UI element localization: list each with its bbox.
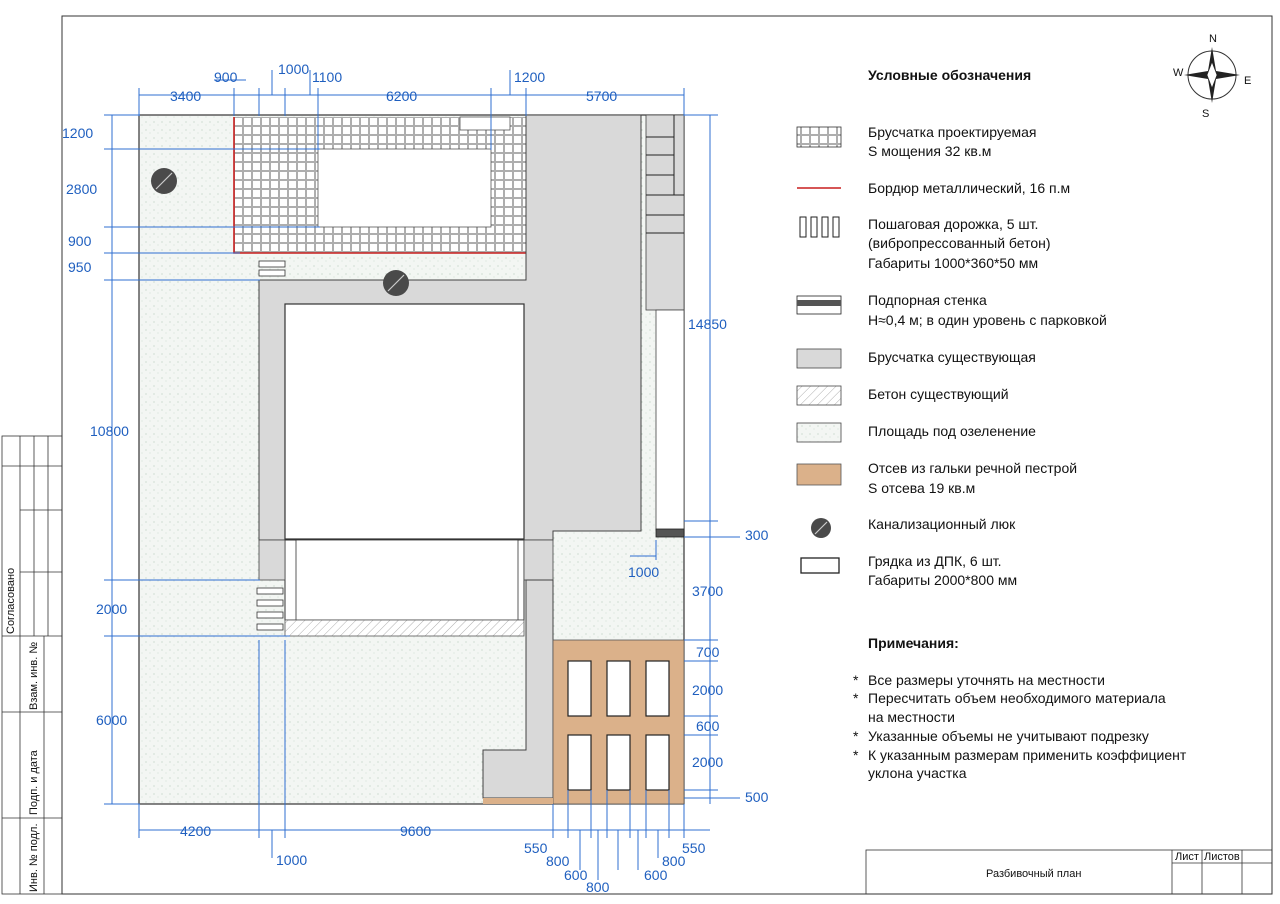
legend-item-8-l1: Отсев из гальки речной пестрой — [868, 460, 1077, 476]
dim-left-2000: 2000 — [96, 601, 127, 617]
legend-item-3-l2: (вибропрессованный бетон) — [868, 235, 1051, 251]
dim-left-900: 900 — [68, 233, 92, 249]
dim-top-5700: 5700 — [586, 88, 617, 104]
dim-top-1000: 1000 — [278, 61, 309, 77]
dim-top-1100: 1100 — [312, 69, 342, 85]
dim-right-2000b: 2000 — [692, 754, 723, 770]
legend-item-5-l1: Брусчатка существующая — [868, 349, 1036, 365]
note-1-l1: Все размеры уточнять на местности — [868, 672, 1105, 688]
dim-left-2800: 2800 — [66, 181, 97, 197]
note-bullet: * — [853, 728, 859, 744]
legend-item-4-l1: Подпорная стенка — [868, 292, 987, 308]
dim-top-1200: 1200 — [514, 69, 545, 85]
legend-item-3-l1: Пошаговая дорожка, 5 шт. — [868, 216, 1038, 232]
dim-right-2000a: 2000 — [692, 682, 723, 698]
compass-s: S — [1202, 108, 1209, 120]
manhole-icon — [383, 270, 409, 296]
dim-right-600: 600 — [696, 718, 720, 734]
side-stamp: Согласовано Взам. инв. № Подп. и дата Ин… — [1, 435, 63, 895]
legend-title: Условные обозначения — [868, 67, 1031, 83]
dim-right-300: 300 — [745, 527, 769, 543]
gravel-strip — [483, 798, 553, 804]
note-2-l2: на местности — [868, 709, 955, 725]
manhole-icon — [151, 168, 177, 194]
legend-swatch-retaining-wall — [796, 295, 842, 315]
dim-right-700: 700 — [696, 644, 720, 660]
compass-rose-icon: N S E W — [1173, 33, 1251, 120]
sheets-label: Листов — [1204, 851, 1240, 863]
note-4-l2: уклона участка — [868, 765, 967, 781]
legend-item-8-l2: S отсева 19 кв.м — [868, 480, 975, 496]
side-label-sign-date: Подп. и дата — [28, 749, 40, 815]
legend-item-3-l3: Габариты 1000*360*50 мм — [868, 255, 1038, 271]
legend-item-1-l1: Брусчатка проектируемая — [868, 124, 1037, 140]
dim-bottom-600b: 600 — [644, 867, 668, 883]
notes-title: Примечания: — [868, 635, 959, 651]
dim-top-6200: 6200 — [386, 88, 417, 104]
title-block: Лист Листов Разбивочный план — [865, 849, 1273, 895]
dim-bottom-550a: 550 — [524, 840, 548, 856]
compass-n: N — [1209, 33, 1217, 45]
sheet-label: Лист — [1175, 851, 1199, 863]
legend-swatch-garden-bed — [800, 557, 840, 574]
dim-right-14850: 14850 — [688, 316, 727, 332]
dim-right-1000: 1000 — [628, 564, 659, 580]
legend-swatch-projected-paving — [796, 126, 842, 148]
note-3-l1: Указанные объемы не учитывают подрезку — [868, 728, 1149, 744]
dim-left-1200: 1200 — [62, 125, 93, 141]
site-plan-sheet: Согласовано Взам. инв. № Подп. и дата Ин… — [1, 15, 1273, 895]
side-label-inv-orig: Инв. № подл. — [28, 823, 40, 892]
dim-top-3400: 3400 — [170, 88, 201, 104]
legend-item-7-l1: Площадь под озеленение — [868, 423, 1036, 439]
compass-w: W — [1173, 67, 1184, 79]
legend-manhole-icon — [811, 518, 831, 538]
legend: Условные обозначения Брусчатка проектиру… — [796, 67, 1107, 588]
legend-swatch-gravel — [796, 463, 842, 486]
dim-bottom-9600: 9600 — [400, 823, 431, 839]
legend-swatch-stepping-path — [799, 216, 840, 238]
legend-item-1-l2: S мощения 32 кв.м — [868, 143, 991, 159]
dim-left-950: 950 — [68, 259, 92, 275]
legend-item-10-l2: Габариты 2000*800 мм — [868, 572, 1017, 588]
note-bullet: * — [853, 747, 859, 763]
legend-item-10-l1: Грядка из ДПК, 6 шт. — [868, 553, 1002, 569]
dim-top-900: 900 — [214, 69, 238, 85]
note-4-l1: К указанным размерам применить коэффицие… — [868, 747, 1187, 763]
legend-swatch-existing-paving — [796, 348, 842, 369]
paving-column-left — [258, 539, 286, 581]
legend-item-6-l1: Бетон существующий — [868, 386, 1009, 402]
dim-left-10800: 10800 — [90, 423, 129, 439]
legend-item-4-l2: Н≈0,4 м; в один уровень с парковкой — [868, 312, 1107, 328]
legend-swatch-greenery — [796, 422, 842, 443]
site-plan — [138, 114, 685, 805]
retaining-wall — [655, 528, 685, 538]
compass-e: E — [1244, 75, 1251, 87]
concrete-existing — [284, 619, 525, 637]
dim-bottom-800b: 800 — [586, 879, 610, 895]
dim-bottom-1000: 1000 — [276, 852, 307, 868]
dim-bottom-600a: 600 — [564, 867, 588, 883]
dim-bottom-550b: 550 — [682, 840, 706, 856]
legend-item-2-l1: Бордюр металлический, 16 п.м — [868, 180, 1070, 196]
legend-swatch-existing-concrete — [796, 385, 842, 406]
side-label-replace: Взам. инв. № — [28, 642, 40, 710]
existing-pavers-strip — [645, 114, 685, 311]
dim-right-500: 500 — [745, 789, 769, 805]
paving-column-right — [523, 539, 554, 581]
note-2-l1: Пересчитать объем необходимого материала — [868, 690, 1166, 706]
terrace-inner — [295, 539, 519, 621]
existing-paving-right — [655, 309, 685, 531]
house-footprint — [284, 303, 525, 540]
notes: Примечания: * Все размеры уточнять на ме… — [853, 635, 1187, 781]
dim-right-3700: 3700 — [692, 583, 723, 599]
note-bullet: * — [853, 690, 859, 706]
dim-left-6000: 6000 — [96, 712, 127, 728]
side-label-agreed: Согласовано — [5, 568, 17, 634]
legend-item-9-l1: Канализационный люк — [868, 516, 1016, 532]
note-bullet: * — [853, 672, 859, 688]
paving-inner-bed — [317, 148, 492, 228]
sheet-title: Разбивочный план — [986, 868, 1081, 880]
paving-notch — [459, 116, 511, 131]
dim-bottom-4200: 4200 — [180, 823, 211, 839]
